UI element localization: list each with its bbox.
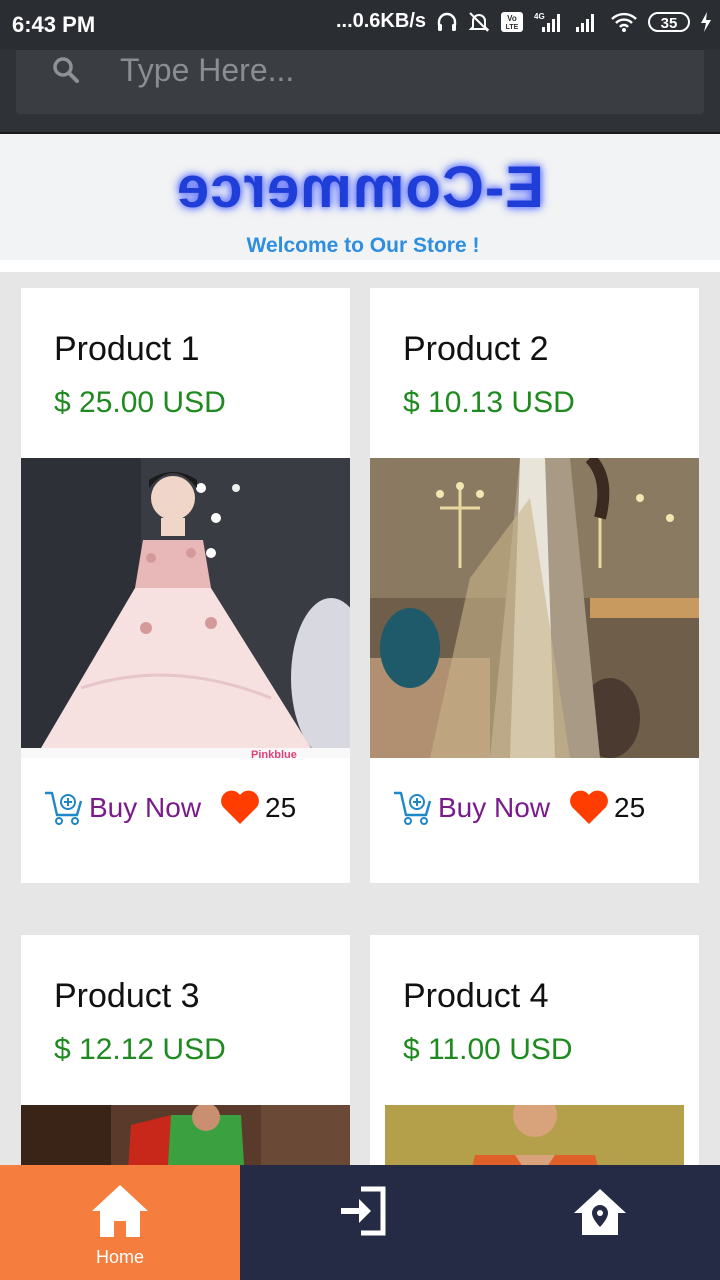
- headset-icon: [437, 12, 457, 31]
- store-logo: E-Commerce: [0, 154, 720, 221]
- product-actions: Buy Now 25: [392, 788, 692, 828]
- product-price: $ 25.00 USD: [54, 386, 226, 419]
- search-input[interactable]: [120, 50, 680, 90]
- signal-icon: [576, 13, 594, 32]
- logo-text: E-Commerce: [176, 155, 544, 220]
- product-title: Product 3: [54, 977, 200, 1015]
- product-image[interactable]: Pinkblue: [21, 458, 350, 758]
- heart-icon[interactable]: [219, 790, 261, 826]
- status-bar: 6:43 PM ...0.6KB/s Vo LTE 4G 35: [0, 0, 720, 50]
- product-title: Product 2: [403, 330, 549, 368]
- product-title: Product 4: [403, 977, 549, 1015]
- cart-add-icon[interactable]: [43, 789, 85, 827]
- charging-icon: [701, 11, 711, 32]
- status-time: 6:43 PM: [12, 12, 96, 37]
- home-location-icon: [574, 1189, 626, 1235]
- volte-icon: VoLTE: [501, 11, 523, 32]
- signal-4g-icon: 4G: [534, 12, 560, 32]
- store-tagline: Welcome to Our Store !: [246, 234, 480, 257]
- heart-icon[interactable]: [568, 790, 610, 826]
- like-count: 25: [614, 792, 646, 823]
- buy-now-button[interactable]: Buy Now: [438, 792, 550, 824]
- bell-off-icon: [468, 11, 490, 32]
- product-card[interactable]: Product 1 $ 25.00 USD Pinkblue Buy Now 2…: [21, 288, 350, 883]
- product-actions: Buy Now 25: [43, 788, 343, 828]
- wifi-icon: [611, 12, 637, 32]
- cart-add-icon[interactable]: [392, 789, 434, 827]
- nav-login[interactable]: [240, 1165, 480, 1280]
- like-count: 25: [265, 792, 297, 823]
- product-card[interactable]: Product 2 $ 10.13 USD Buy Now 25: [370, 288, 699, 883]
- product-title: Product 1: [54, 330, 200, 368]
- nav-home[interactable]: Home: [0, 1165, 240, 1280]
- svg-text:Vo: Vo: [507, 14, 517, 23]
- login-icon: [341, 1186, 386, 1236]
- buy-now-button[interactable]: Buy Now: [89, 792, 201, 824]
- bottom-navigation: Home: [0, 1165, 720, 1280]
- search-header: [0, 50, 720, 132]
- svg-text:LTE: LTE: [506, 24, 519, 31]
- product-image[interactable]: [370, 458, 699, 758]
- store-banner: E-Commerce Welcome to Our Store !: [0, 134, 720, 272]
- nav-location[interactable]: [480, 1165, 720, 1280]
- product-price: $ 11.00 USD: [403, 1033, 573, 1066]
- search-box[interactable]: [16, 50, 704, 114]
- nav-home-label: Home: [95, 1247, 144, 1267]
- search-icon: [53, 57, 79, 83]
- product-price: $ 10.13 USD: [403, 386, 575, 419]
- battery-icon: 35: [648, 11, 690, 32]
- svg-text:4G: 4G: [534, 12, 545, 21]
- network-speed: ...0.6KB/s: [335, 10, 426, 32]
- product-price: $ 12.12 USD: [54, 1033, 226, 1066]
- home-icon: [92, 1185, 148, 1237]
- svg-text:Pinkblue: Pinkblue: [251, 749, 297, 758]
